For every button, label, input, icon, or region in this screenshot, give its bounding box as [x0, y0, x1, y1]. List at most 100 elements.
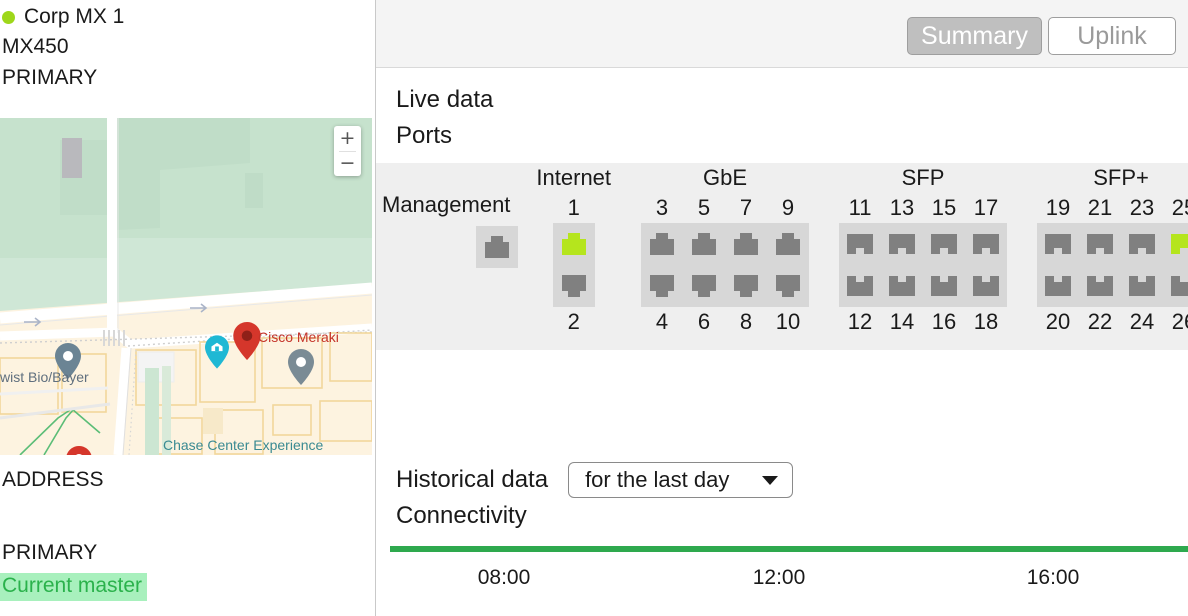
port-number-row-bottom: 2 [553, 307, 595, 337]
map-canvas [0, 118, 372, 455]
port-jack-4[interactable] [641, 265, 683, 307]
port-number: 6 [683, 307, 725, 337]
port-jack-row-top [1037, 223, 1188, 265]
address-heading: ADDRESS [2, 468, 104, 492]
port-jack-19[interactable] [1037, 223, 1079, 265]
tab-summary[interactable]: Summary [907, 17, 1042, 55]
time-axis: 08:00 12:00 16:00 [376, 566, 1188, 596]
port-jack-20[interactable] [1037, 265, 1079, 307]
port-jack-17[interactable] [965, 223, 1007, 265]
chase-center-pin[interactable] [205, 335, 229, 369]
port-jack-10[interactable] [767, 265, 809, 307]
port-jack-12[interactable] [839, 265, 881, 307]
twist-bio-pin[interactable] [55, 343, 81, 379]
port-number: 7 [725, 193, 767, 223]
port-jack-13[interactable] [881, 223, 923, 265]
device-title: Corp MX 1 [0, 0, 375, 31]
port-group-label: Internet [536, 163, 611, 193]
bayer-innovation-pin[interactable] [66, 446, 92, 455]
connectivity-label: Connectivity [376, 498, 1188, 534]
port-number: 4 [641, 307, 683, 337]
time-axis-tick: 12:00 [753, 566, 806, 590]
port-jack-8[interactable] [725, 265, 767, 307]
port-number-row-top: 11131517 [839, 193, 1007, 223]
port-number: 17 [965, 193, 1007, 223]
port-jack-14[interactable] [881, 265, 923, 307]
port-number-row-bottom: 20222426 [1037, 307, 1188, 337]
port-number: 13 [881, 193, 923, 223]
management-row: Management [382, 184, 518, 226]
port-number: 10 [767, 307, 809, 337]
port-number: 21 [1079, 193, 1121, 223]
port-jack-11[interactable] [839, 223, 881, 265]
port-group-label: SFP [902, 163, 945, 193]
time-axis-tick: 16:00 [1027, 566, 1080, 590]
port-number: 19 [1037, 193, 1079, 223]
port-group-label: GbE [703, 163, 747, 193]
port-jack-23[interactable] [1121, 223, 1163, 265]
management-label: Management [382, 192, 518, 218]
port-number: 20 [1037, 307, 1079, 337]
port-number: 5 [683, 193, 725, 223]
cisco-meraki-pin[interactable] [233, 322, 261, 360]
best-website-builder-pin[interactable] [288, 349, 314, 385]
port-number: 18 [965, 307, 1007, 337]
port-jack-15[interactable] [923, 223, 965, 265]
management-port-block: Management [382, 163, 518, 268]
port-jack-2[interactable] [553, 265, 595, 307]
management-jack-row [476, 226, 518, 268]
port-jack-row-bottom [839, 265, 1007, 307]
port-jack-21[interactable] [1079, 223, 1121, 265]
port-number: 15 [923, 193, 965, 223]
chevron-down-icon [762, 476, 778, 485]
port-number: 16 [923, 307, 965, 337]
port-number: 3 [641, 193, 683, 223]
port-group-label: SFP+ [1093, 163, 1149, 193]
ports-subtitle: Ports [376, 118, 1188, 154]
historical-header-row: Historical data for the last day [376, 462, 1188, 498]
tab-uplink[interactable]: Uplink [1048, 17, 1176, 55]
location-map[interactable]: Cisco Meraki wist Bio/Bayer Bayer US Inn… [0, 118, 372, 455]
port-number: 2 [553, 307, 595, 337]
port-number-row-bottom: 46810 [641, 307, 809, 337]
port-number: 24 [1121, 307, 1163, 337]
port-jack-row-top [553, 223, 595, 265]
port-number: 14 [881, 307, 923, 337]
port-jack-24[interactable] [1121, 265, 1163, 307]
port-jack-26[interactable] [1163, 265, 1188, 307]
port-jack-18[interactable] [965, 265, 1007, 307]
port-jack-row-bottom [553, 265, 595, 307]
port-jack-row-bottom [641, 265, 809, 307]
management-port-jack[interactable] [476, 226, 518, 268]
port-number: 22 [1079, 307, 1121, 337]
port-number-row-top: 1 [553, 193, 595, 223]
port-number: 26 [1163, 307, 1188, 337]
port-jack-6[interactable] [683, 265, 725, 307]
port-jack-3[interactable] [641, 223, 683, 265]
port-jack-row-top [641, 223, 809, 265]
port-jack-16[interactable] [923, 265, 965, 307]
time-axis-tick: 08:00 [478, 566, 531, 590]
port-jack-5[interactable] [683, 223, 725, 265]
port-jack-9[interactable] [767, 223, 809, 265]
port-group-sfpplus: SFP+19212325 20222426 [1037, 163, 1188, 337]
device-model: MX450 [0, 31, 375, 62]
device-status-dot [2, 11, 15, 24]
port-number-row-top: 3579 [641, 193, 809, 223]
port-jack-1[interactable] [553, 223, 595, 265]
port-jack-22[interactable] [1079, 265, 1121, 307]
port-jack-25[interactable] [1163, 223, 1188, 265]
device-name: Corp MX 1 [24, 3, 124, 31]
tab-bar: Summary Uplink [376, 0, 1188, 68]
current-master-badge: Current master [0, 573, 147, 601]
port-number-row-top: 19212325 [1037, 193, 1188, 223]
device-details-page: Corp MX 1 MX450 PRIMARY [0, 0, 1188, 616]
port-number: 11 [839, 193, 881, 223]
port-jack-7[interactable] [725, 223, 767, 265]
zoom-out-icon[interactable]: − [334, 152, 361, 177]
time-range-select[interactable]: for the last day [568, 462, 793, 498]
historical-data-title: Historical data [396, 466, 548, 494]
map-zoom-controls[interactable]: + − [334, 126, 361, 176]
zoom-in-icon[interactable]: + [334, 126, 361, 151]
port-jack-row-top [839, 223, 1007, 265]
